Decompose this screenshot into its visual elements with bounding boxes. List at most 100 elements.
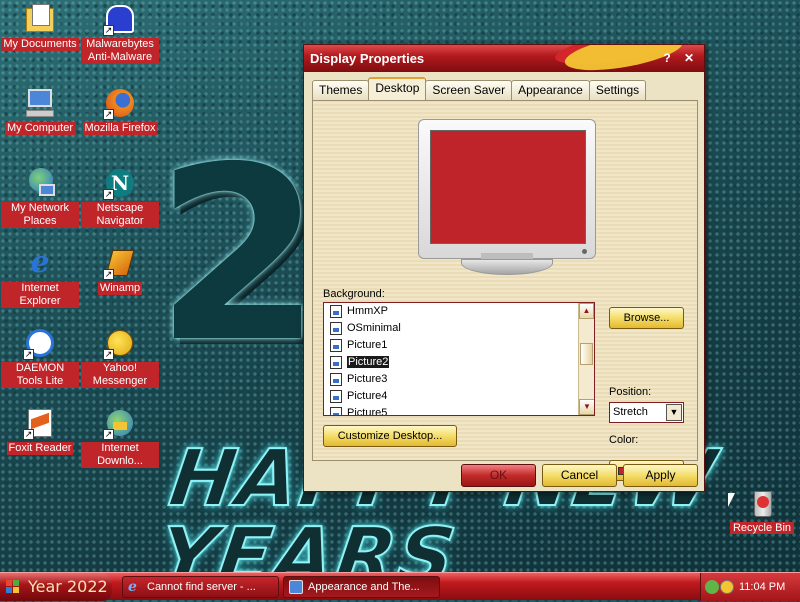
tray-tool-icon[interactable] bbox=[705, 580, 719, 594]
desktop-icon-recycle-bin[interactable]: Recycle Bin bbox=[727, 488, 797, 534]
foxit-icon: ↗ bbox=[23, 406, 57, 440]
desktop-icon-winamp[interactable]: ↗ Winamp bbox=[80, 246, 160, 295]
display-properties-window: Display Properties ? ✕ Themes Desktop Sc… bbox=[303, 44, 705, 492]
desktop-icon-label: Winamp bbox=[97, 282, 143, 295]
list-item[interactable]: Picture3 bbox=[324, 371, 594, 388]
recycle-bin-icon bbox=[745, 488, 779, 520]
folder-documents-icon bbox=[23, 2, 57, 36]
image-file-icon bbox=[330, 339, 342, 352]
taskbar-item-appearance[interactable]: Appearance and The... bbox=[283, 576, 440, 598]
daemon-tools-icon: ↗ bbox=[23, 326, 57, 360]
list-item[interactable]: Picture1 bbox=[324, 337, 594, 354]
desktop-icon-label: Foxit Reader bbox=[6, 442, 74, 455]
winamp-icon: ↗ bbox=[103, 246, 137, 280]
display-properties-icon bbox=[289, 580, 303, 594]
desktop-icon-label: Malwarebytes Anti-Malware bbox=[81, 38, 159, 64]
color-label: Color: bbox=[609, 434, 639, 446]
image-file-icon bbox=[330, 390, 342, 403]
monitor-led-icon bbox=[582, 249, 587, 254]
desktop-tab-panel: Background: HmmXP OSminimal Picture1 Pic… bbox=[312, 100, 698, 481]
listbox-scrollbar[interactable]: ▲ ▼ bbox=[578, 303, 594, 415]
ie-icon: e bbox=[30, 245, 50, 280]
desktop-icon-yahoo-messenger[interactable]: ↗ Yahoo! Messenger bbox=[80, 326, 160, 388]
list-item[interactable]: OSminimal bbox=[324, 320, 594, 337]
malwarebytes-icon: ↗ bbox=[103, 2, 137, 36]
list-item[interactable]: HmmXP bbox=[324, 303, 594, 320]
monitor-preview bbox=[418, 119, 596, 259]
ok-button[interactable]: OK bbox=[461, 464, 536, 487]
desktop-icon-label: My Network Places bbox=[1, 202, 79, 228]
customize-desktop-button[interactable]: Customize Desktop... bbox=[323, 425, 457, 447]
desktop-icon-my-computer[interactable]: My Computer bbox=[0, 86, 80, 135]
preview-screen bbox=[430, 130, 586, 244]
background-label: Background: bbox=[323, 288, 385, 300]
desktop-icon-firefox[interactable]: ↗ Mozilla Firefox bbox=[80, 86, 160, 135]
desktop-icon-daemon-tools[interactable]: ↗ DAEMON Tools Lite bbox=[0, 326, 80, 388]
position-label: Position: bbox=[609, 386, 652, 398]
desktop-icon-internet-download-manager[interactable]: ↗ Internet Downlo... bbox=[80, 406, 160, 468]
list-item[interactable]: Picture5 bbox=[324, 405, 594, 415]
apply-button[interactable]: Apply bbox=[623, 464, 698, 487]
taskbar-item-label: Cannot find server - ... bbox=[147, 581, 256, 593]
windows-flag-icon bbox=[6, 580, 20, 594]
desktop-icon-label: My Documents bbox=[1, 38, 79, 51]
system-tray: 11:04 PM bbox=[700, 573, 800, 601]
tab-desktop[interactable]: Desktop bbox=[368, 77, 427, 100]
desktop-icon-foxit-reader[interactable]: ↗ Foxit Reader bbox=[0, 406, 80, 455]
position-select[interactable]: Stretch ▼ bbox=[609, 402, 684, 423]
desktop-icon-label: Recycle Bin bbox=[729, 522, 795, 534]
scroll-up-arrow-icon[interactable]: ▲ bbox=[579, 303, 594, 319]
desktop-icon-network-places[interactable]: My Network Places bbox=[0, 166, 80, 228]
tab-appearance[interactable]: Appearance bbox=[511, 80, 590, 100]
tab-screen-saver[interactable]: Screen Saver bbox=[425, 80, 513, 100]
close-button[interactable]: ✕ bbox=[680, 49, 698, 67]
browse-button[interactable]: Browse... bbox=[609, 307, 684, 329]
image-file-icon bbox=[330, 305, 342, 318]
list-item-selected[interactable]: Picture2 bbox=[324, 354, 594, 371]
window-titlebar[interactable]: Display Properties ? ✕ bbox=[304, 45, 704, 72]
scroll-down-arrow-icon[interactable]: ▼ bbox=[579, 399, 594, 415]
tray-clock[interactable]: 11:04 PM bbox=[739, 581, 785, 593]
idm-icon: ↗ bbox=[103, 406, 137, 440]
desktop-icon-label: DAEMON Tools Lite bbox=[1, 362, 79, 388]
desktop-icon-label: Netscape Navigator bbox=[81, 202, 159, 228]
taskbar-item-label: Appearance and The... bbox=[308, 581, 420, 593]
start-label: Year 2022 bbox=[28, 577, 108, 596]
taskbar: Year 2022 e Cannot find server - ... App… bbox=[0, 572, 800, 601]
background-listbox[interactable]: HmmXP OSminimal Picture1 Picture2 Pictur… bbox=[323, 302, 595, 416]
window-title: Display Properties bbox=[310, 51, 425, 66]
desktop-icon-label: Internet Explorer bbox=[1, 282, 79, 308]
network-icon bbox=[23, 166, 57, 200]
position-value: Stretch bbox=[613, 406, 648, 418]
image-file-icon bbox=[330, 356, 342, 369]
tray-network-icon[interactable] bbox=[720, 580, 734, 594]
list-item[interactable]: Picture4 bbox=[324, 388, 594, 405]
computer-icon bbox=[23, 86, 57, 120]
netscape-icon: N ↗ bbox=[103, 166, 137, 200]
chevron-down-icon[interactable]: ▼ bbox=[666, 404, 682, 421]
tab-themes[interactable]: Themes bbox=[312, 80, 370, 100]
desktop-icon-my-documents[interactable]: My Documents bbox=[0, 2, 80, 51]
firefox-icon: ↗ bbox=[103, 86, 137, 120]
desktop-icon-label: Yahoo! Messenger bbox=[81, 362, 159, 388]
desktop-icon-label: Internet Downlo... bbox=[81, 442, 159, 468]
scroll-thumb[interactable] bbox=[580, 343, 593, 365]
tab-strip: Themes Desktop Screen Saver Appearance S… bbox=[312, 77, 647, 100]
desktop-icon-malwarebytes[interactable]: ↗ Malwarebytes Anti-Malware bbox=[80, 2, 160, 64]
tab-settings[interactable]: Settings bbox=[588, 80, 647, 100]
image-file-icon bbox=[330, 407, 342, 415]
help-button[interactable]: ? bbox=[658, 49, 676, 67]
taskbar-item-browser[interactable]: e Cannot find server - ... bbox=[122, 576, 279, 598]
yahoo-messenger-icon: ↗ bbox=[103, 326, 137, 360]
image-file-icon bbox=[330, 322, 342, 335]
start-button[interactable]: Year 2022 bbox=[0, 573, 112, 601]
desktop-icon-label: My Computer bbox=[4, 122, 76, 135]
ie-icon: e bbox=[128, 579, 137, 595]
desktop-icon-netscape[interactable]: N ↗ Netscape Navigator bbox=[80, 166, 160, 228]
desktop-icon-internet-explorer[interactable]: e Internet Explorer bbox=[0, 246, 80, 308]
image-file-icon bbox=[330, 373, 342, 386]
monitor-stand bbox=[461, 259, 553, 275]
cancel-button[interactable]: Cancel bbox=[542, 464, 617, 487]
desktop-icon-label: Mozilla Firefox bbox=[82, 122, 158, 135]
mouse-cursor-icon bbox=[728, 493, 735, 507]
